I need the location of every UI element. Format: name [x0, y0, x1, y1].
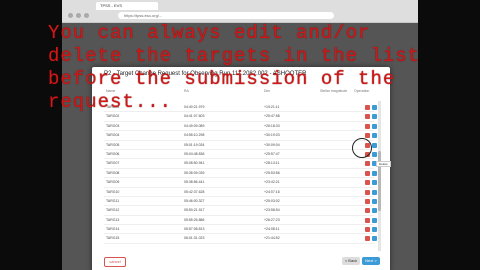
table-row: TARG15 06:01:31.023 +21:44:52: [104, 234, 377, 244]
edit-icon[interactable]: [372, 227, 377, 233]
delete-icon[interactable]: [365, 208, 370, 214]
scrollbar[interactable]: [378, 101, 381, 251]
delete-icon[interactable]: [365, 133, 370, 139]
delete-icon[interactable]: [365, 217, 370, 223]
edit-icon[interactable]: [372, 189, 377, 195]
next-button[interactable]: Next >: [362, 257, 380, 265]
cell-ra: 05:08:50.941: [184, 161, 205, 166]
cell-ra: 04:41:07.603: [184, 114, 205, 119]
back-button[interactable]: < Back: [342, 257, 360, 265]
cell-name: TARG05: [106, 142, 120, 147]
delete-icon[interactable]: [365, 189, 370, 195]
reload-icon[interactable]: [84, 13, 89, 18]
cell-dec: +30:09:04: [264, 142, 280, 147]
cell-dec: +30:19:03: [264, 133, 280, 138]
caption-text: You can always edit and/or delete the ta…: [48, 22, 421, 113]
cell-ra: 05:46:00.327: [184, 198, 205, 203]
edit-icon[interactable]: [372, 114, 377, 120]
edit-icon[interactable]: [372, 217, 377, 223]
delete-icon[interactable]: [365, 198, 370, 204]
edit-icon[interactable]: [372, 151, 377, 157]
table-row: TARG13 05:55:26.886 +26:27:23: [104, 216, 377, 226]
cell-name: TARG13: [106, 217, 120, 222]
edit-icon[interactable]: [372, 170, 377, 176]
cell-name: TARG10: [106, 189, 120, 194]
table-row: TARG09 05:38:56.441 +23:42:21: [104, 178, 377, 188]
cell-dec: +25:47:58: [264, 114, 280, 119]
table-row: TARG12 05:50:21.917 +23:58:54: [104, 206, 377, 216]
cell-ra: 05:57:08.813: [184, 227, 205, 232]
cell-ra: 04:49:09.089: [184, 123, 205, 128]
edit-icon[interactable]: [372, 180, 377, 186]
cell-ra: 05:42:37.628: [184, 189, 205, 194]
cell-dec: +25:03:02: [264, 198, 280, 203]
cell-dec: +28:13:11: [264, 161, 280, 166]
cell-dec: +25:57:47: [264, 151, 280, 156]
cell-ra: 05:04:48.836: [184, 151, 205, 156]
table-row: TARG11 05:46:00.327 +25:03:02: [104, 197, 377, 207]
cell-dec: +25:53:56: [264, 170, 280, 175]
cell-ra: 05:55:26.886: [184, 217, 205, 222]
table-row: TARG03 04:49:09.089 +26:18:33: [104, 122, 377, 132]
cell-name: TARG14: [106, 227, 120, 232]
cell-dec: +21:44:52: [264, 236, 280, 241]
cell-name: TARG15: [106, 236, 120, 241]
cell-name: TARG09: [106, 180, 120, 185]
targets-table: TARG01 04:40:21.979 +19:21:11 TARG02 04:41:0…: [104, 103, 377, 244]
table-row: TARG05 05:01:19.034 +30:09:04: [104, 141, 377, 150]
browser-tab[interactable]: TPSS - EVS: [96, 2, 158, 10]
table-row: TARG04 04:55:10.298 +30:19:03: [104, 131, 377, 141]
delete-icon[interactable]: [365, 114, 370, 120]
cell-name: TARG08: [106, 170, 120, 175]
edit-icon[interactable]: [372, 236, 377, 242]
cell-ra: 05:50:21.917: [184, 208, 205, 213]
table-row: TARG10 05:42:37.628 +24:07:16: [104, 188, 377, 197]
cell-dec: +23:58:54: [264, 208, 280, 213]
address-bar[interactable]: https://tpss.eso.org/...: [118, 12, 334, 19]
cell-dec: +24:08:11: [264, 227, 280, 232]
table-row: TARG08 05:36:09.039 +25:53:56: [104, 169, 377, 179]
edit-icon[interactable]: [372, 133, 377, 139]
delete-icon[interactable]: [365, 170, 370, 176]
cell-name: TARG03: [106, 123, 120, 128]
cell-ra: 05:38:56.441: [184, 180, 205, 185]
delete-icon[interactable]: [365, 180, 370, 186]
cell-name: TARG04: [106, 133, 120, 138]
cell-ra: 05:36:09.039: [184, 170, 205, 175]
cell-dec: +23:42:21: [264, 180, 280, 185]
browser-toolbar: TPSS - EVS https://tpss.eso.org/...: [62, 0, 418, 23]
table-row: TARG06 05:04:48.836 +25:57:47: [104, 150, 377, 160]
edit-icon[interactable]: [372, 208, 377, 214]
cell-name: TARG06: [106, 151, 120, 156]
cancel-button[interactable]: cancel: [104, 257, 126, 267]
delete-icon[interactable]: [365, 161, 370, 167]
forward-icon[interactable]: [76, 13, 81, 18]
edit-icon[interactable]: [372, 123, 377, 129]
cell-ra: 04:55:10.298: [184, 133, 205, 138]
scroll-thumb[interactable]: [378, 151, 381, 211]
delete-icon[interactable]: [365, 227, 370, 233]
edit-icon[interactable]: [372, 142, 377, 148]
cell-name: TARG11: [106, 198, 120, 203]
cell-ra: 05:01:19.034: [184, 142, 205, 147]
cell-name: TARG02: [106, 114, 120, 119]
cell-dec: +24:07:16: [264, 189, 280, 194]
cell-name: TARG07: [106, 161, 120, 166]
delete-icon[interactable]: [365, 236, 370, 242]
cell-name: TARG12: [106, 208, 120, 213]
table-row: TARG07 05:08:50.941 +28:13:11: [104, 159, 377, 169]
delete-tooltip: Delete: [376, 161, 391, 167]
highlight-circle: [352, 138, 372, 158]
table-row: TARG14 05:57:08.813 +24:08:11: [104, 225, 377, 235]
cell-ra: 06:01:31.023: [184, 236, 205, 241]
cell-dec: +26:18:33: [264, 123, 280, 128]
delete-icon[interactable]: [365, 123, 370, 129]
edit-icon[interactable]: [372, 198, 377, 204]
back-icon[interactable]: [68, 13, 73, 18]
cell-dec: +26:27:23: [264, 217, 280, 222]
